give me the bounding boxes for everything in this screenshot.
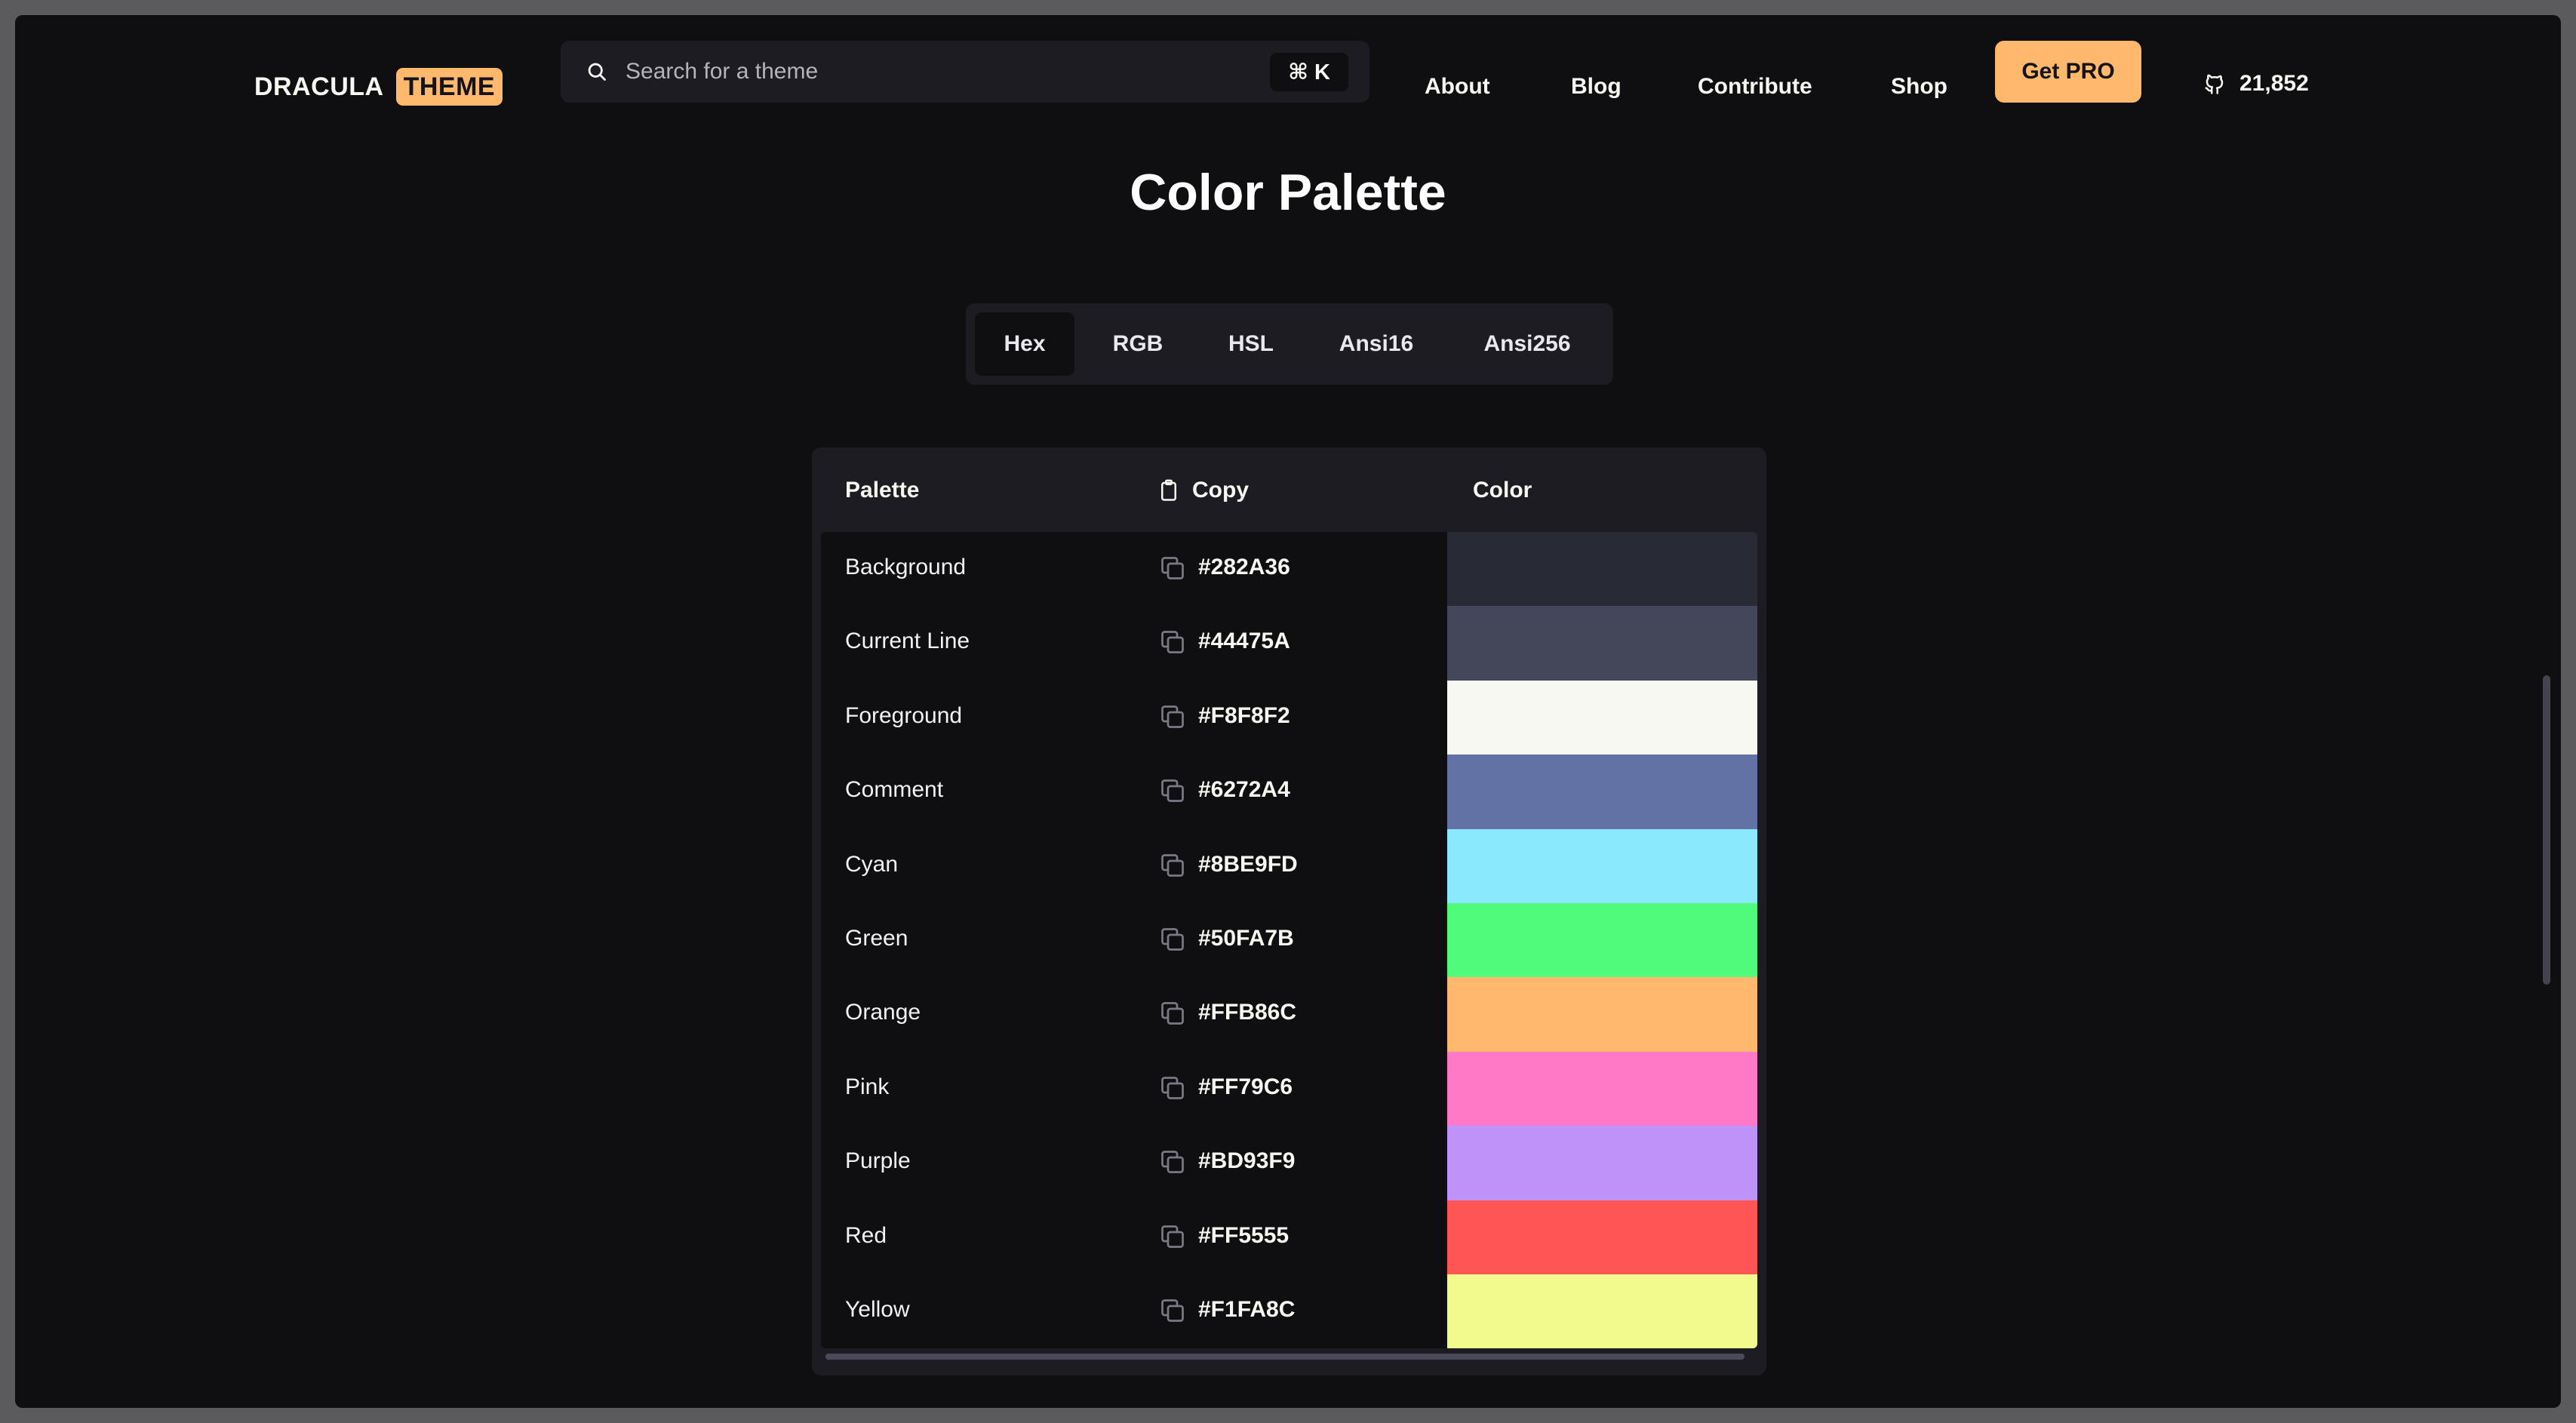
color-swatch: [1447, 1051, 1757, 1126]
header-copy[interactable]: Copy: [1159, 478, 1249, 503]
copy-icon[interactable]: [1159, 1074, 1186, 1102]
header-palette-label: Palette: [845, 478, 920, 503]
logo-badge: THEME: [395, 68, 503, 106]
header-copy-label: Copy: [1192, 478, 1249, 503]
table-row: Comment #6272A4: [821, 755, 1757, 829]
palette-name: Comment: [845, 777, 944, 803]
hex-value[interactable]: #8BE9FD: [1198, 852, 1298, 877]
tab-hsl[interactable]: HSL: [1201, 312, 1301, 376]
github-stars-link[interactable]: 21,852: [2203, 71, 2309, 97]
nav-blog[interactable]: Blog: [1571, 74, 1622, 100]
header-palette: Palette: [845, 478, 919, 503]
nav-contribute[interactable]: Contribute: [1698, 74, 1812, 100]
site-logo[interactable]: DRACULA THEME: [254, 68, 503, 106]
color-swatch: [1447, 828, 1757, 903]
palette-name: Background: [845, 555, 967, 579]
copy-icon[interactable]: [1159, 1223, 1186, 1250]
copy-icon[interactable]: [1159, 852, 1186, 879]
vertical-scrollbar[interactable]: [2543, 675, 2550, 985]
palette-name: Red: [845, 1222, 887, 1248]
palette-name: Pink: [845, 1074, 890, 1099]
hex-value[interactable]: #FF79C6: [1198, 1074, 1293, 1100]
header-color: Color: [1473, 478, 1532, 503]
nav-about[interactable]: About: [1425, 74, 1490, 100]
color-swatch: [1447, 680, 1757, 755]
table-row: Red #FF5555: [821, 1200, 1757, 1274]
table-row: Green #50FA7B: [821, 903, 1757, 978]
color-swatch: [1447, 977, 1757, 1052]
table-body: Background #282A36 Current Line #44475A Fore…: [821, 532, 1757, 1348]
hex-value[interactable]: #44475A: [1198, 629, 1290, 654]
search-icon: [588, 63, 606, 81]
header-color-label: Color: [1473, 478, 1532, 503]
nav-shop[interactable]: Shop: [1891, 74, 1947, 100]
copy-icon[interactable]: [1159, 555, 1186, 582]
format-tabs: Hex RGB HSL Ansi16 Ansi256: [966, 303, 1613, 385]
hex-value[interactable]: #FFB86C: [1198, 1000, 1296, 1025]
logo-brand: DRACULA: [254, 72, 384, 101]
palette-name: Foreground: [845, 702, 963, 728]
hex-value[interactable]: #F1FA8C: [1198, 1297, 1295, 1323]
hex-value[interactable]: #FF5555: [1198, 1223, 1289, 1249]
search-placeholder: Search for a theme: [626, 59, 819, 84]
color-swatch: [1447, 606, 1757, 681]
copy-icon[interactable]: [1159, 777, 1186, 804]
color-swatch: [1447, 903, 1757, 978]
copy-icon[interactable]: [1159, 926, 1186, 953]
color-swatch: [1447, 755, 1757, 829]
palette-name: Green: [845, 926, 908, 951]
github-star-count: 21,852: [2239, 71, 2309, 96]
github-icon: [2205, 74, 2224, 94]
page-title: Color Palette: [1130, 164, 1446, 221]
tab-ansi16[interactable]: Ansi16: [1313, 312, 1440, 376]
hex-value[interactable]: #50FA7B: [1198, 926, 1294, 951]
palette-name: Current Line: [845, 629, 970, 654]
table-row: Orange #FFB86C: [821, 977, 1757, 1052]
get-pro-button[interactable]: Get PRO: [1995, 41, 2141, 103]
palette-name: Purple: [845, 1148, 911, 1174]
copy-icon[interactable]: [1159, 1000, 1186, 1027]
table-row: Current Line #44475A: [821, 606, 1757, 681]
search-shortcut: ⌘ K: [1270, 52, 1348, 91]
color-swatch: [1447, 1200, 1757, 1274]
hex-value[interactable]: #6272A4: [1198, 777, 1290, 803]
copy-icon[interactable]: [1159, 1297, 1186, 1324]
table-row: Yellow #F1FA8C: [821, 1274, 1757, 1348]
table-header: Palette Copy Color: [812, 447, 1766, 532]
table-row: Pink #FF79C6: [821, 1051, 1757, 1126]
hex-value[interactable]: #282A36: [1198, 555, 1290, 580]
palette-name: Yellow: [845, 1297, 910, 1322]
tab-rgb[interactable]: RGB: [1088, 312, 1188, 376]
table-row: Background #282A36: [821, 532, 1757, 607]
search-box[interactable]: Search for a theme ⌘ K: [561, 41, 1369, 103]
horizontal-scrollbar[interactable]: [825, 1354, 1744, 1360]
tab-hex[interactable]: Hex: [975, 312, 1074, 376]
table-row: Cyan #8BE9FD: [821, 828, 1757, 903]
browser-window: DRACULA THEME Search for a theme ⌘ K Abo…: [15, 15, 2561, 1408]
palette-name: Orange: [845, 1000, 921, 1025]
table-row: Foreground #F8F8F2: [821, 680, 1757, 755]
hex-value[interactable]: #BD93F9: [1198, 1148, 1295, 1174]
clipboard-icon: [1161, 479, 1176, 501]
color-swatch: [1447, 1274, 1757, 1348]
copy-icon[interactable]: [1159, 1148, 1186, 1176]
tab-ansi256[interactable]: Ansi256: [1453, 312, 1601, 376]
copy-icon[interactable]: [1159, 703, 1186, 730]
palette-name: Cyan: [845, 851, 899, 877]
palette-table: Palette Copy Color Background #282A36 Curr…: [812, 447, 1766, 1375]
color-swatch: [1447, 532, 1757, 607]
color-swatch: [1447, 1126, 1757, 1200]
horizontal-scrollbar-thumb[interactable]: [825, 1354, 1744, 1360]
table-row: Purple #BD93F9: [821, 1126, 1757, 1200]
copy-icon[interactable]: [1159, 629, 1186, 656]
hex-value[interactable]: #F8F8F2: [1198, 703, 1290, 729]
